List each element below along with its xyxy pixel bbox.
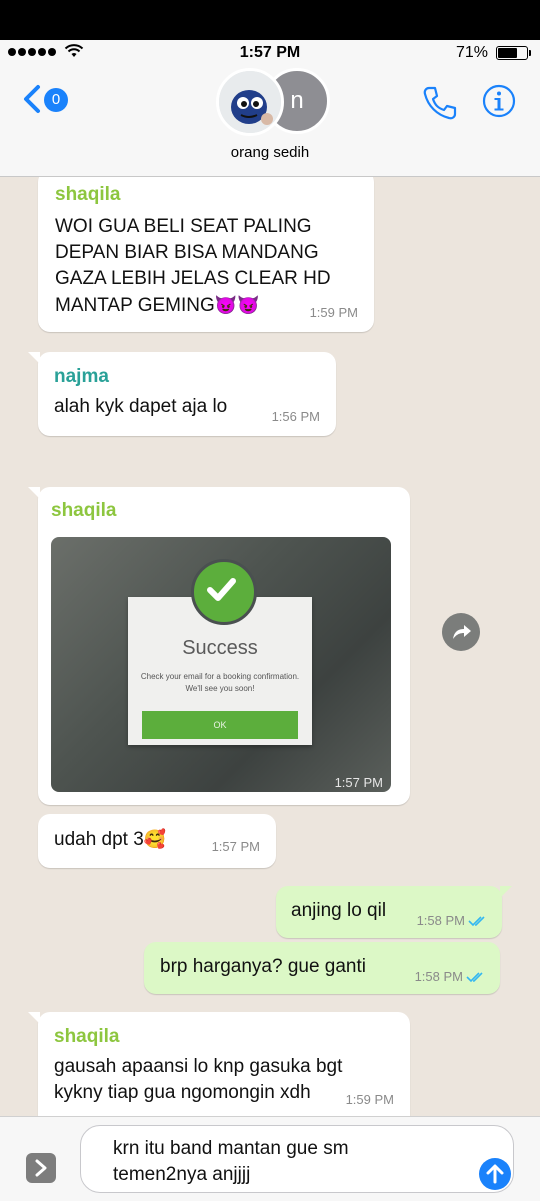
status-bar: 1:57 PM 71% [0,40,540,66]
message-text: brp harganya? gue ganti [160,956,366,977]
message-input[interactable]: krn itu band mantan gue sm temen2nya anj… [80,1125,514,1193]
chevron-left-icon [24,85,40,113]
message-input-bar: krn itu band mantan gue sm temen2nya anj… [0,1116,540,1201]
check-icon [191,559,257,625]
unread-count-badge: 0 [44,88,68,112]
message-bubble[interactable]: shaqila gausah apaansi lo knp gasuka bgt… [28,1012,410,1128]
outgoing-message-bubble[interactable]: brp harganya? gue ganti 1:58 PM [144,942,500,994]
typed-text: krn itu band mantan gue sm temen2nya anj… [113,1138,349,1185]
smiling-hearts-emoji: 🥰 [143,829,167,849]
top-black-bar [0,0,540,40]
message-meta: 1:58 PM [417,913,488,928]
message-text: gausah apaansi lo knp gasuka bgt kykny t… [54,1056,343,1103]
battery-icon [496,46,531,60]
message-bubble[interactable]: najma alah kyk dapet aja lo 1:56 PM [28,352,336,436]
blue-character-avatar [219,71,281,133]
message-time: 1:58 PM [414,969,463,984]
battery-percent: 71% [455,44,488,61]
message-time: 1:58 PM [416,913,465,928]
bubble-tail [28,487,40,499]
sender-name: najma [54,366,109,387]
message-bubble[interactable]: shaqila WOI GUA BELI SEAT PALING DEPAN B… [38,170,374,332]
arrow-up-icon [486,1164,504,1184]
message-time: 1:57 PM [211,839,260,854]
back-button[interactable]: 0 [22,84,70,114]
image-time: 1:57 PM [334,775,383,790]
forward-arrow-icon [453,625,471,639]
bubble-tail [500,886,512,898]
smiling-devil-emoji: 😈😈 [214,295,260,315]
message-time: 1:59 PM [309,305,358,320]
message-text: anjing lo qil [291,900,387,921]
success-title: Success [182,637,258,659]
sender-name: shaqila [54,1026,120,1047]
phone-icon[interactable] [420,84,458,122]
double-check-icon [466,971,483,982]
forward-button[interactable] [442,613,480,651]
success-message: Check your email for a booking confirmat… [140,672,300,693]
message-text: WOI GUA BELI SEAT PALING DEPAN BIAR BISA… [55,214,365,319]
message-bubble[interactable]: udah dpt 3🥰 1:57 PM [38,814,276,868]
chat-header: 0 n orang sedih [0,66,540,177]
message-text: udah dpt 3🥰 [54,826,166,853]
group-name[interactable]: orang sedih [0,144,540,161]
bubble-tail [28,352,40,364]
info-icon[interactable] [482,84,516,118]
sender-name: shaqila [51,500,117,521]
bubble-tail [28,1012,40,1024]
chevron-right-icon [35,1159,47,1177]
ok-button: OK [142,711,298,739]
double-check-icon [468,915,485,926]
expand-button[interactable] [26,1153,56,1183]
group-avatar[interactable] [216,68,284,136]
message-time: 1:56 PM [271,409,320,424]
image-message-bubble[interactable]: shaqila Success Check your email for a b… [28,487,410,805]
message-meta: 1:58 PM [415,969,486,984]
send-button[interactable] [479,1158,511,1190]
message-time: 1:59 PM [345,1092,394,1107]
message-text: alah kyk dapet aja lo [54,396,228,417]
sender-name: shaqila [55,184,121,205]
message-body: udah dpt 3 [54,829,144,850]
outgoing-message-bubble[interactable]: anjing lo qil 1:58 PM [276,886,512,938]
battery-fill [498,48,518,58]
message-body: WOI GUA BELI SEAT PALING DEPAN BIAR BISA… [55,216,331,316]
shared-image[interactable]: Success Check your email for a booking c… [51,537,391,792]
